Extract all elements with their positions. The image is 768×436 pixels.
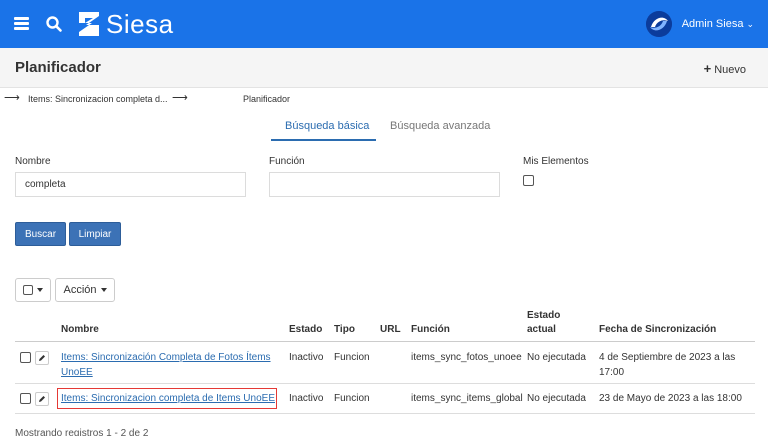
row-fecha-line2: 17:00 xyxy=(599,367,625,378)
chevron-down-icon: ⌄ xyxy=(746,18,754,29)
user-menu[interactable]: Admin Siesa ⌄ xyxy=(645,10,754,38)
edit-button[interactable] xyxy=(35,351,49,365)
caret-down-icon xyxy=(37,288,43,292)
col-header-fecha[interactable]: Fecha de Sincronización xyxy=(599,323,716,337)
nombre-input[interactable] xyxy=(15,172,246,197)
select-all-dropdown[interactable] xyxy=(15,278,51,302)
accion-dropdown[interactable]: Acción xyxy=(55,278,115,302)
table-header-divider xyxy=(15,341,755,342)
siesa-logo-mark-icon xyxy=(79,12,99,36)
edit-button[interactable] xyxy=(35,392,49,406)
row-checkbox[interactable] xyxy=(20,352,31,363)
row-tipo: Funcion xyxy=(334,352,370,363)
row-tipo: Funcion xyxy=(334,393,370,404)
col-header-tipo[interactable]: Tipo xyxy=(334,323,355,337)
tab-basic-search[interactable]: Búsqueda básica xyxy=(285,120,369,132)
brand-name: Siesa xyxy=(106,8,174,39)
search-icon[interactable] xyxy=(45,15,63,33)
row-fecha: 4 de Septiembre de 2023 a las 17:00 xyxy=(599,350,759,380)
mis-elementos-checkbox[interactable] xyxy=(523,175,534,186)
row-name-link[interactable]: Items: Sincronización Completa de Fotos … xyxy=(61,350,281,380)
row-estado: Inactivo xyxy=(289,352,324,363)
user-name: Admin Siesa xyxy=(681,18,744,30)
active-tab-indicator xyxy=(271,139,376,141)
avatar-swirl-icon xyxy=(645,11,672,37)
breadcrumb-item[interactable]: Planificador xyxy=(243,94,290,104)
caret-down-icon xyxy=(100,288,107,292)
funcion-input[interactable] xyxy=(269,172,500,197)
row-fecha: 23 de Mayo de 2023 a las 18:00 xyxy=(599,393,742,404)
row-divider xyxy=(15,413,755,414)
select-all-checkbox xyxy=(23,285,33,295)
pencil-icon xyxy=(39,396,45,402)
records-count: Mostrando registros 1 - 2 de 2 xyxy=(15,428,149,436)
pencil-icon xyxy=(39,355,45,361)
limpiar-button[interactable]: Limpiar xyxy=(69,222,121,246)
new-button[interactable]: + Nuevo xyxy=(704,61,746,76)
arrow-right-icon: ⟶ xyxy=(4,92,20,104)
row-divider xyxy=(15,383,755,384)
page-title: Planificador xyxy=(15,59,101,76)
funcion-label: Función xyxy=(269,156,305,167)
col-header-estado-actual-line2: actual xyxy=(527,324,556,335)
breadcrumb: ⟶ Items: Sincronizacion completa d... ⟶ … xyxy=(0,90,768,110)
col-header-funcion[interactable]: Función xyxy=(411,323,450,337)
page-header: Planificador + Nuevo xyxy=(0,48,768,88)
row-highlight-box xyxy=(57,388,277,409)
mis-elementos-label: Mis Elementos xyxy=(523,156,589,167)
row-name-line1: Items: Sincronización Completa de Fotos … xyxy=(61,352,271,363)
row-estado-actual: No ejecutada xyxy=(527,352,586,363)
accion-label: Acción xyxy=(63,284,97,296)
tab-advanced-search[interactable]: Búsqueda avanzada xyxy=(390,120,490,132)
row-funcion: items_sync_items_global xyxy=(411,393,523,404)
row-estado-actual: No ejecutada xyxy=(527,393,586,404)
plus-icon: + xyxy=(703,61,712,76)
user-avatar xyxy=(645,11,672,37)
buscar-button[interactable]: Buscar xyxy=(15,222,66,246)
col-header-nombre[interactable]: Nombre xyxy=(61,323,99,337)
top-navbar: Siesa Admin Siesa ⌄ xyxy=(0,0,768,48)
row-estado: Inactivo xyxy=(289,393,324,404)
row-funcion: items_sync_fotos_unoee xyxy=(411,352,522,363)
nombre-label: Nombre xyxy=(15,156,51,167)
col-header-estado-actual[interactable]: Estado actual xyxy=(527,309,560,337)
col-header-url[interactable]: URL xyxy=(380,323,401,337)
siesa-logo[interactable]: Siesa xyxy=(76,9,174,39)
row-fecha-line1: 4 de Septiembre de 2023 a las xyxy=(599,352,736,363)
new-button-label: Nuevo xyxy=(714,64,746,76)
row-checkbox[interactable] xyxy=(20,393,31,404)
row-name-line2: UnoEE xyxy=(61,367,93,378)
arrow-right-icon: ⟶ xyxy=(172,92,188,104)
col-header-estado[interactable]: Estado xyxy=(289,323,322,337)
menu-icon[interactable] xyxy=(14,17,29,30)
col-header-estado-actual-line1: Estado xyxy=(527,310,561,321)
breadcrumb-item[interactable]: Items: Sincronizacion completa d... xyxy=(28,94,168,104)
